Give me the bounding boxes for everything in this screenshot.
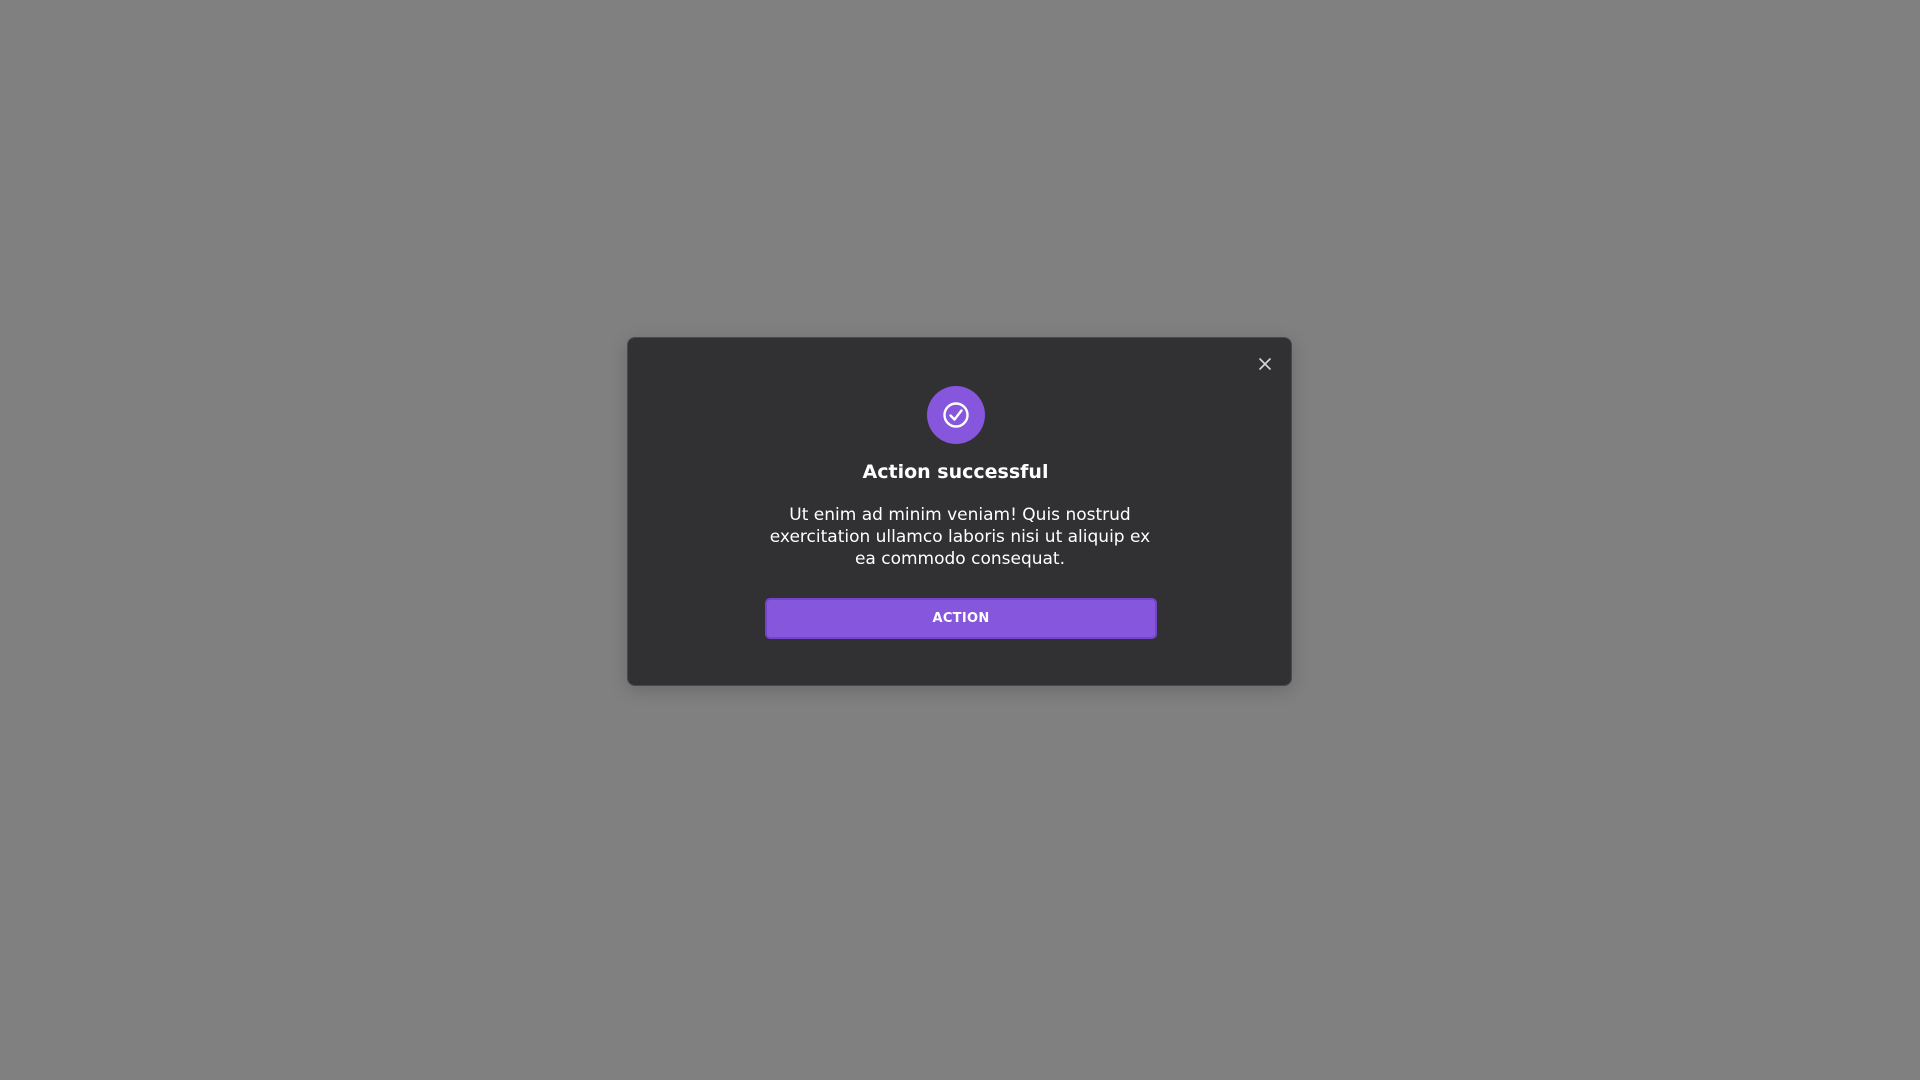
- close-icon: [1259, 358, 1271, 370]
- check-circle-icon: [943, 402, 969, 428]
- close-button[interactable]: [1253, 352, 1277, 376]
- success-badge: [927, 386, 985, 444]
- dialog-message: Ut enim ad minim veniam! Quis nostrud ex…: [769, 505, 1151, 569]
- dialog-title: Action successful: [862, 461, 1049, 483]
- action-button[interactable]: ACTION: [765, 598, 1157, 639]
- success-dialog: Action successful Ut enim ad minim venia…: [627, 337, 1292, 686]
